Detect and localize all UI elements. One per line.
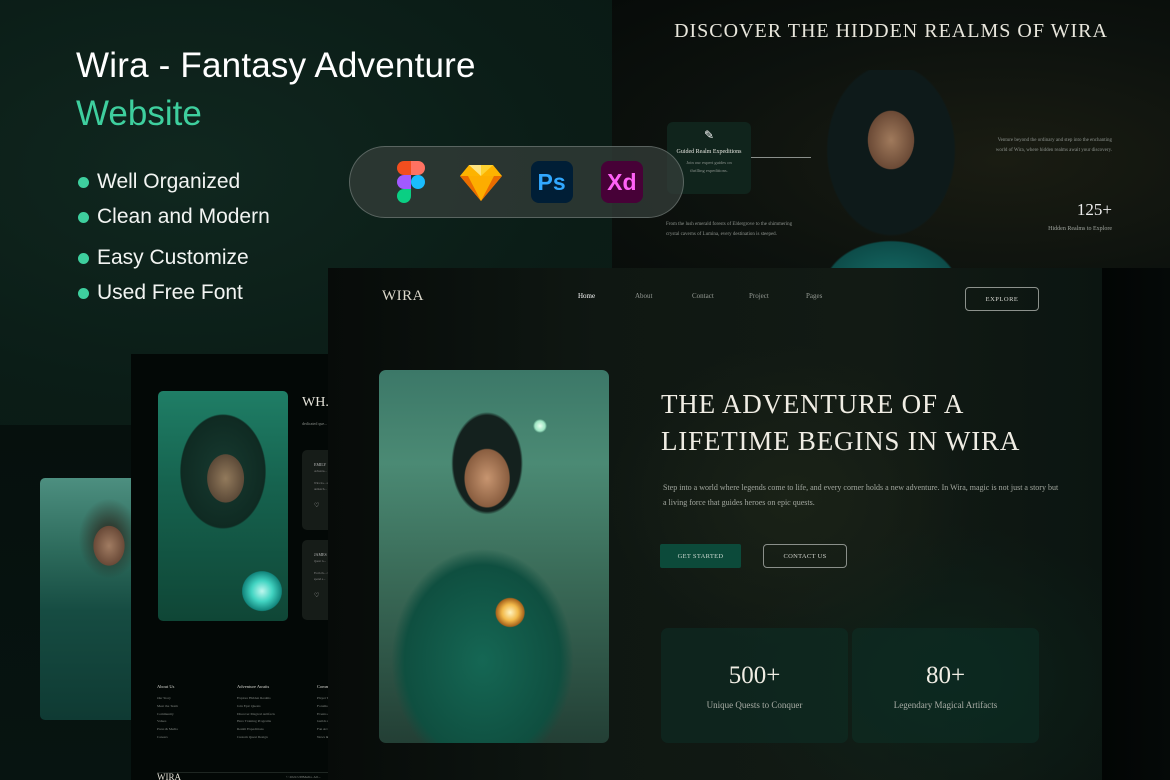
sketch-icon bbox=[460, 161, 503, 203]
site-logo[interactable]: WIRA bbox=[382, 288, 424, 305]
contact-us-button[interactable]: CONTACT US bbox=[763, 544, 847, 568]
footer-copyright: © 2024 UI8Media. All... bbox=[286, 775, 321, 779]
realms-left-text: From the lush emerald forests of Eldergr… bbox=[666, 222, 793, 237]
feature-label: Easy Customize bbox=[97, 246, 249, 269]
get-started-button[interactable]: GET STARTED bbox=[660, 544, 741, 568]
footer-link[interactable]: Realm Expeditions bbox=[237, 726, 317, 734]
feature-item: Used Free Font bbox=[78, 281, 243, 305]
stat-value: 80+ bbox=[925, 661, 966, 689]
feather-quill-icon: ✎ bbox=[703, 128, 715, 142]
feature-label: Well Organized bbox=[97, 170, 241, 193]
nav-pages[interactable]: Pages bbox=[806, 292, 863, 300]
promo-title: Wira - Fantasy Adventure bbox=[76, 46, 476, 85]
photoshop-icon: Ps bbox=[530, 161, 573, 203]
realms-stat-label: Hidden Realms to Explore bbox=[1048, 226, 1112, 232]
witch-orb-image bbox=[158, 391, 288, 621]
footer-link[interactable]: Press & Media bbox=[157, 726, 237, 734]
feature-item: Easy Customize bbox=[78, 246, 249, 270]
footer-link[interactable]: Hero Training Programs bbox=[237, 718, 317, 726]
stat-label: Unique Quests to Conquer bbox=[706, 699, 803, 710]
realms-preview: DISCOVER THE HIDDEN REALMS OF WIRA ✎ Gui… bbox=[612, 0, 1170, 268]
stat-card: 80+ Legendary Magical Artifacts bbox=[852, 628, 1039, 743]
stat-label: Legendary Magical Artifacts bbox=[893, 699, 998, 710]
bullet-icon bbox=[78, 176, 89, 188]
explore-button[interactable]: EXPLORE bbox=[965, 287, 1039, 311]
realms-title: DISCOVER THE HIDDEN REALMS OF WIRA bbox=[674, 20, 1108, 42]
promo-subtitle: Website bbox=[76, 94, 202, 133]
footer-link[interactable]: Our Story bbox=[157, 695, 237, 703]
footer-divider bbox=[157, 772, 331, 773]
stat-card: 500+ Unique Quests to Conquer bbox=[661, 628, 848, 743]
footer-column: About Us Our Story Meet the Team Communi… bbox=[157, 684, 237, 742]
stats-row: 500+ Unique Quests to Conquer 80+ Legend… bbox=[661, 628, 1039, 743]
connector-line bbox=[751, 157, 811, 227]
footer-link[interactable]: Discover Magical Artifacts bbox=[237, 711, 317, 719]
main-nav: Home About Contact Project Pages bbox=[578, 292, 863, 300]
feature-label: Clean and Modern bbox=[97, 205, 270, 228]
team-preview: WH... dedicated que... victories, and...… bbox=[131, 354, 353, 780]
footer-link[interactable]: Careers bbox=[157, 734, 237, 742]
hero-title: THE ADVENTURE OF A LIFETIME BEGINS IN WI… bbox=[661, 389, 1021, 456]
realms-right-text: Venture beyond the ordinary and step int… bbox=[995, 138, 1112, 153]
nav-home[interactable]: Home bbox=[578, 292, 635, 300]
gallery-preview bbox=[0, 425, 132, 780]
feature-item: Well Organized bbox=[78, 170, 240, 194]
figma-icon bbox=[390, 161, 432, 203]
realms-stat-value: 125+ bbox=[1076, 200, 1112, 219]
design-tools-pill: Ps Xd bbox=[349, 146, 684, 218]
home-page-preview: WIRA Home About Contact Project Pages EX… bbox=[328, 268, 1102, 780]
feature-label: Used Free Font bbox=[97, 281, 243, 304]
footer-logo[interactable]: WIRA bbox=[157, 772, 181, 780]
footer-link[interactable]: Join Epic Quests bbox=[237, 703, 317, 711]
heroine-image bbox=[40, 478, 132, 720]
stat-value: 500+ bbox=[728, 661, 781, 689]
bullet-icon bbox=[78, 211, 89, 223]
footer-column: Adventure Awaits Explore Hidden Realms J… bbox=[237, 684, 317, 742]
bullet-icon bbox=[78, 287, 89, 299]
bullet-icon bbox=[78, 252, 89, 264]
card-title: Guided Realm Expeditions bbox=[676, 149, 742, 155]
nav-contact[interactable]: Contact bbox=[692, 292, 749, 300]
hero-mage-image bbox=[379, 370, 609, 743]
nav-project[interactable]: Project bbox=[749, 292, 806, 300]
adobe-xd-icon: Xd bbox=[600, 161, 643, 203]
footer-link[interactable]: Custom Quest Design bbox=[237, 734, 317, 742]
footer-link[interactable]: Meet the Team bbox=[157, 703, 237, 711]
hero-description: Step into a world where legends come to … bbox=[663, 483, 1059, 507]
feature-item: Clean and Modern bbox=[78, 205, 270, 229]
footer-link[interactable]: Explore Hidden Realms bbox=[237, 695, 317, 703]
nav-about[interactable]: About bbox=[635, 292, 692, 300]
panel-shadow bbox=[1102, 268, 1170, 780]
footer-link[interactable]: Values bbox=[157, 718, 237, 726]
sorceress-portrait-image bbox=[796, 70, 986, 268]
footer-link[interactable]: Community bbox=[157, 711, 237, 719]
